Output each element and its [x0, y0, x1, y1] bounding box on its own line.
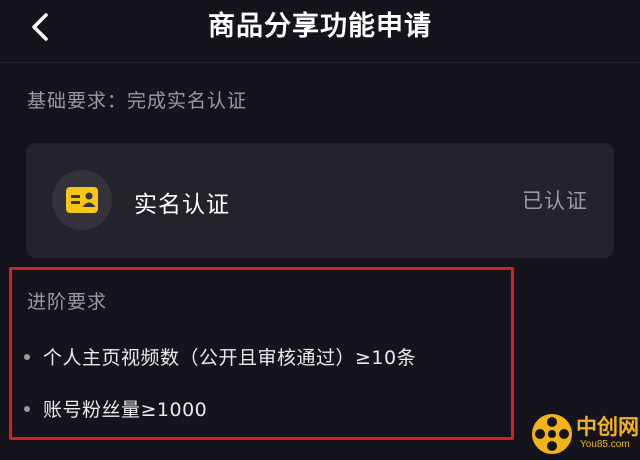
list-item: 账号粉丝量≥1000: [24, 395, 207, 422]
header-bar: 商品分享功能申请: [0, 0, 640, 58]
list-item: 个人主页视频数（公开且审核通过）≥10条: [24, 343, 416, 370]
basic-requirement-text: 基础要求：完成实名认证: [27, 90, 248, 112]
requirement-follower-count: 账号粉丝量≥1000: [43, 399, 208, 421]
id-card-icon: [66, 187, 98, 213]
advanced-requirement-title: 进阶要求: [27, 291, 108, 313]
watermark-brand: 中创网: [576, 415, 639, 439]
film-reel-logo-icon: [532, 414, 572, 454]
id-card-icon-circle: [52, 170, 112, 230]
watermark-url: You85.com: [580, 439, 630, 450]
verification-status: 已认证: [522, 189, 588, 213]
bullet-dot: [24, 405, 30, 412]
verification-label: 实名认证: [134, 192, 230, 218]
page-title: 商品分享功能申请: [208, 11, 432, 42]
header-divider: [0, 62, 640, 63]
bullet-dot: [24, 353, 30, 360]
real-name-verification-card[interactable]: 实名认证 已认证: [26, 143, 614, 258]
requirement-video-count: 个人主页视频数（公开且审核通过）≥10条: [43, 347, 417, 369]
watermark: 中创网 You85.com: [530, 408, 640, 460]
